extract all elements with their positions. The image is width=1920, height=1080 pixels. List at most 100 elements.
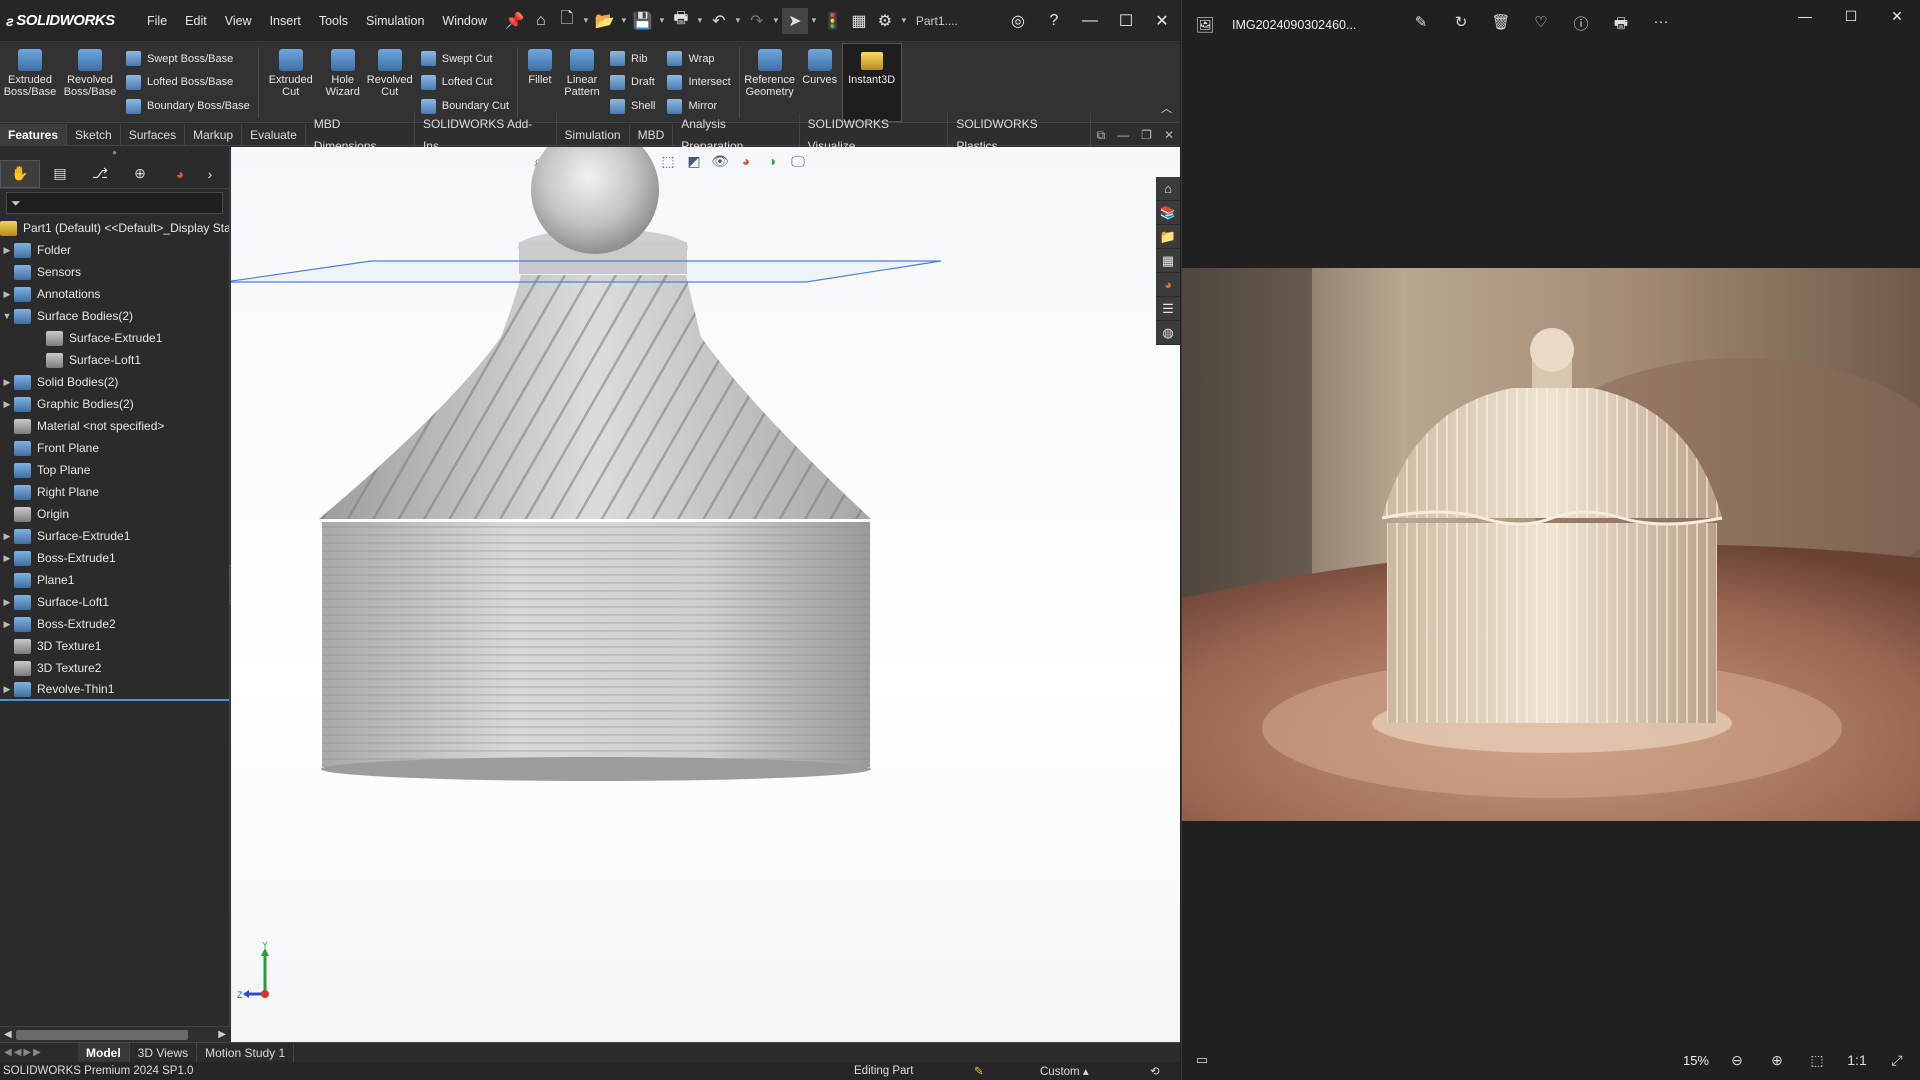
chevron-down-icon[interactable]: ▾ xyxy=(808,8,820,34)
select-arrow-icon[interactable]: ➤ xyxy=(781,7,808,34)
lofted-boss-button[interactable]: Lofted Boss/Base xyxy=(126,71,250,93)
redo-icon[interactable]: ↷ xyxy=(744,8,770,34)
tile-icon[interactable]: ⧉ xyxy=(1091,124,1112,146)
tree-item[interactable]: ▶ Revolve-Thin1 xyxy=(0,679,229,701)
extruded-cut-button[interactable]: Extruded Cut xyxy=(261,43,321,122)
menu-simulation[interactable]: Simulation xyxy=(357,0,433,42)
solidworks-forum-icon[interactable]: ◍ xyxy=(1156,321,1180,345)
expand-arrow-icon[interactable]: ▶ xyxy=(0,245,14,256)
tree-item[interactable]: Surface-Loft1 xyxy=(0,349,229,371)
options-gear-icon[interactable]: ⚙ xyxy=(872,8,898,34)
wrap-button[interactable]: Wrap xyxy=(667,48,730,70)
photos-app-icon[interactable]: 🖼 xyxy=(1182,16,1228,34)
design-library-icon[interactable]: 📚 xyxy=(1156,201,1180,225)
tree-item[interactable]: 3D Texture1 xyxy=(0,635,229,657)
pin-icon[interactable]: 📌 xyxy=(502,8,528,34)
filmstrip-icon[interactable]: ▭ xyxy=(1182,1052,1222,1068)
menu-file[interactable]: File xyxy=(138,0,176,42)
menu-tools[interactable]: Tools xyxy=(310,0,357,42)
linear-pattern-button[interactable]: Linear Pattern xyxy=(560,43,604,122)
tree-item[interactable]: Part1 (Default) <<Default>_Display Sta xyxy=(0,217,229,239)
home-icon[interactable]: ⌂ xyxy=(528,8,554,34)
vase-base-body[interactable] xyxy=(321,522,871,781)
maximize-icon[interactable]: ☐ xyxy=(1108,0,1144,42)
feature-tree-tab-icon[interactable]: ✋ xyxy=(0,159,40,188)
horizontal-scrollbar[interactable]: ◀ ▶ xyxy=(0,1026,230,1042)
tab-model[interactable]: Model xyxy=(78,1042,130,1063)
tree-item[interactable]: ▶ Solid Bodies(2) xyxy=(0,371,229,393)
delete-icon[interactable]: 🗑 xyxy=(1488,13,1514,38)
tree-item[interactable]: ▼ Surface Bodies(2) xyxy=(0,305,229,327)
chevron-down-icon[interactable]: ▾ xyxy=(898,8,910,34)
shell-button[interactable]: Shell xyxy=(610,95,655,117)
tree-item[interactable]: Front Plane xyxy=(0,437,229,459)
tab-features[interactable]: Features xyxy=(0,123,68,146)
chevron-down-icon[interactable]: ▾ xyxy=(770,8,782,34)
swept-boss-button[interactable]: Swept Boss/Base xyxy=(126,48,250,70)
tree-item[interactable]: ▶ Graphic Bodies(2) xyxy=(0,393,229,415)
view-palette-icon[interactable]: ▦ xyxy=(1156,249,1180,273)
scroll-left-icon[interactable]: ◀ xyxy=(4,1027,12,1043)
expand-arrow-icon[interactable]: ▶ xyxy=(0,289,14,300)
intersect-button[interactable]: Intersect xyxy=(667,71,731,93)
zoom-out-icon[interactable]: ⊖ xyxy=(1723,1052,1751,1069)
unit-system-selector[interactable]: Custom ▴ xyxy=(1040,1064,1150,1078)
tree-item[interactable]: Origin xyxy=(0,503,229,525)
graphics-viewport[interactable]: ⌕ ⊡ ⤺ ◧ ✎ ⬚ ◩ 👁 ◕ ◑ 🖵 xyxy=(231,147,1180,1042)
fit-to-window-icon[interactable]: ⬚ xyxy=(1803,1052,1831,1069)
boundary-boss-button[interactable]: Boundary Boss/Base xyxy=(126,95,250,117)
tree-item[interactable]: ▶ Surface-Extrude1 xyxy=(0,525,229,547)
tree-item[interactable]: Material <not specified> xyxy=(0,415,229,437)
hole-wizard-button[interactable]: Hole Wizard xyxy=(321,43,365,122)
expand-arrow-icon[interactable]: ▶ xyxy=(0,619,14,630)
status-options-icon[interactable]: ⟲ xyxy=(1150,1064,1180,1078)
tree-item[interactable]: 3D Texture2 xyxy=(0,657,229,679)
tree-item[interactable]: ▶ Surface-Loft1 xyxy=(0,591,229,613)
tree-item[interactable]: Right Plane xyxy=(0,481,229,503)
tree-item[interactable]: ▶ Folder xyxy=(0,239,229,261)
chevron-right-icon[interactable]: › xyxy=(200,160,220,188)
rebuild-status-icon[interactable]: ✎ xyxy=(974,1064,1040,1078)
revolved-boss-button[interactable]: Revolved Boss/Base xyxy=(60,43,120,122)
favorite-heart-icon[interactable]: ♡ xyxy=(1528,13,1554,38)
actual-size-icon[interactable]: 1:1 xyxy=(1843,1052,1871,1069)
tab-surfaces[interactable]: Surfaces xyxy=(121,123,186,146)
expand-arrow-icon[interactable]: ▶ xyxy=(0,399,14,410)
chevron-down-icon[interactable]: ▾ xyxy=(580,8,592,34)
expand-arrow-icon[interactable]: ▶ xyxy=(0,377,14,388)
save-icon[interactable]: 💾 xyxy=(630,8,656,34)
collapse-ribbon-icon[interactable]: ︿ xyxy=(1161,100,1180,122)
instant3d-button[interactable]: Instant3D xyxy=(841,43,902,122)
minimize-icon[interactable]: — xyxy=(1072,0,1108,42)
fullscreen-icon[interactable]: ⤢ xyxy=(1883,1052,1911,1069)
tab-navigation-arrows[interactable]: ◀◀▶▶ xyxy=(0,1047,78,1058)
expand-arrow-icon[interactable]: ▼ xyxy=(0,311,14,321)
curves-button[interactable]: Curves xyxy=(798,43,842,122)
dimxpert-tab-icon[interactable]: ⊕ xyxy=(120,160,160,188)
expand-arrow-icon[interactable]: ▶ xyxy=(0,684,14,695)
rebuild-icon[interactable]: 🚦 xyxy=(820,8,846,34)
scrollbar-thumb[interactable] xyxy=(16,1030,188,1040)
solidworks-logo[interactable]: ƨ SOLIDWORKS xyxy=(0,12,138,29)
info-icon[interactable]: ⓘ xyxy=(1568,13,1594,38)
tab-evaluate[interactable]: Evaluate xyxy=(242,123,306,146)
tree-item[interactable]: Surface-Extrude1 xyxy=(0,327,229,349)
tree-item[interactable]: Top Plane xyxy=(0,459,229,481)
tree-item[interactable]: Plane1 xyxy=(0,569,229,591)
configuration-manager-tab-icon[interactable]: ⎇ xyxy=(80,160,120,188)
scroll-right-icon[interactable]: ▶ xyxy=(218,1027,226,1043)
tab-sketch[interactable]: Sketch xyxy=(67,123,121,146)
chevron-down-icon[interactable]: ▾ xyxy=(656,8,668,34)
reference-geometry-button[interactable]: Reference Geometry xyxy=(742,43,798,122)
tree-item[interactable]: ▶ Boss-Extrude1 xyxy=(0,547,229,569)
fillet-button[interactable]: Fillet xyxy=(520,43,560,122)
tree-item[interactable]: ▶ Annotations xyxy=(0,283,229,305)
tab-3d-views[interactable]: 3D Views xyxy=(130,1042,198,1063)
tree-item[interactable]: ▶ Boss-Extrude2 xyxy=(0,613,229,635)
swept-cut-button[interactable]: Swept Cut xyxy=(420,48,509,70)
appearances-icon[interactable]: ◕ xyxy=(1156,273,1180,297)
close-icon[interactable]: ✕ xyxy=(1144,0,1180,42)
maximize-icon[interactable]: ☐ xyxy=(1828,0,1874,32)
panel-grip[interactable]: ● xyxy=(0,147,229,159)
zoom-in-icon[interactable]: ⊕ xyxy=(1763,1052,1791,1069)
